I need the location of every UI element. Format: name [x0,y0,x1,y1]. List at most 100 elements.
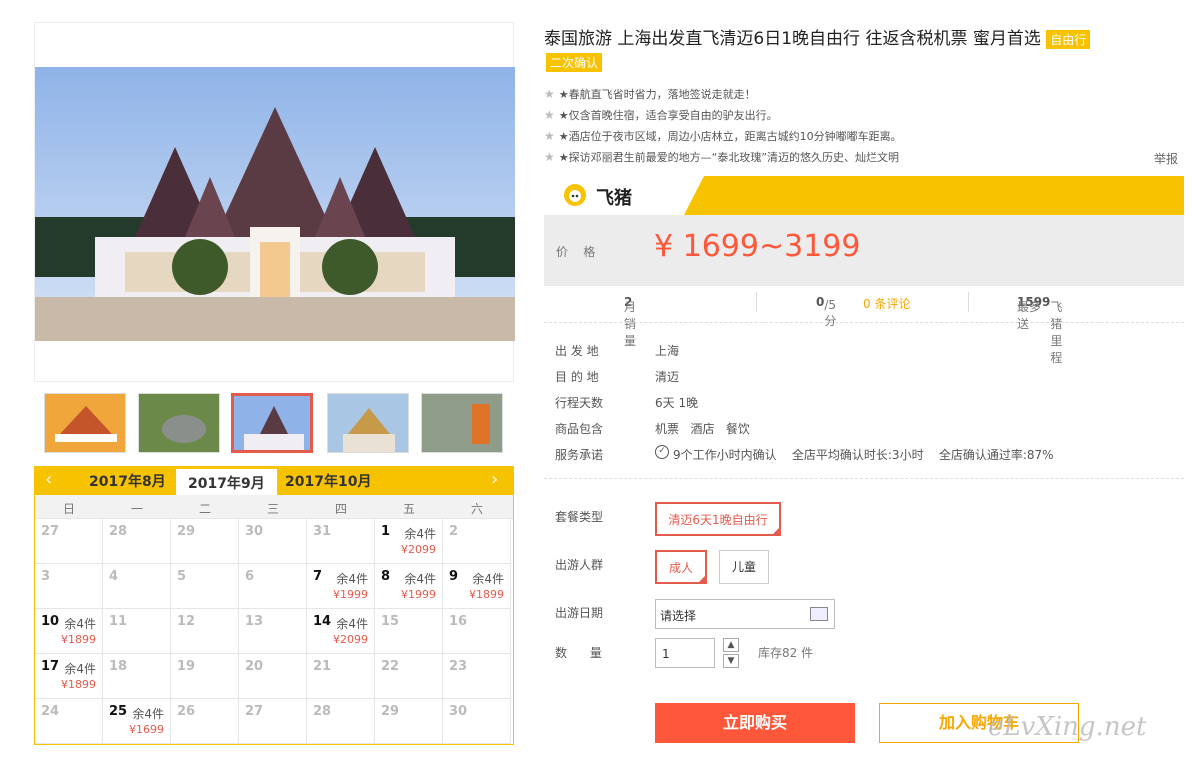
confirm-tag: 二次确认 [546,53,603,72]
crowd-label: 出游人群 [555,558,604,572]
report-link[interactable]: 举报 [1154,150,1178,167]
package-option[interactable]: 清迈6天1晚自由行 [655,502,781,536]
calendar-current-month[interactable]: 2017年9月 [176,469,277,495]
calendar-day-cell: 21 [307,654,375,699]
price-panel: 飞猪 价 格 ¥ 1699~3199 [544,176,1184,286]
stock-text: 库存82 件 [758,646,814,660]
quantity-up-icon[interactable]: ▲ [723,638,739,652]
thumbnail-5[interactable] [421,393,503,453]
day-number: 30 [449,704,468,719]
calendar-day-cell[interactable]: 25 余4件 ¥1699 [103,699,171,744]
star-icon: ★ [544,129,555,143]
check-icon: ✓ [655,445,669,459]
price-area: 价 格 ¥ 1699~3199 [544,215,1184,286]
feature-text: ★仅含首晚住宿，适合享受自由的驴友出行。 [558,109,778,122]
rating-max: /5分 [824,298,837,328]
calendar-day-cell: 29 [375,699,443,744]
quantity-input[interactable]: 1 [655,638,715,668]
thumbnail-3[interactable] [231,393,313,453]
feature-item: ★ ★酒店位于夜市区域，周边小店林立，距离古城约10分钟嘟嘟车距离。 [544,128,964,144]
calendar-day-cell: 19 [171,654,239,699]
crowd-child-option[interactable]: 儿童 [719,550,769,584]
thumbnail-2[interactable] [138,393,220,453]
calendar-day-cell: 31 [307,519,375,564]
calendar-next-month[interactable]: 2017年10月 [285,471,371,491]
mileage-bonus: 最多送 1599 飞猪里程 [1017,295,1062,365]
day-number: 16 [449,614,468,629]
calendar-day-cell[interactable]: 9 余4件 ¥1899 [443,564,511,609]
calendar-day-cell: 24 [35,699,103,744]
rating: 0 /5分 [816,295,836,328]
crowd-adult-option[interactable]: 成人 [655,550,707,584]
day-price: ¥2099 [333,633,368,646]
day-price: ¥1999 [333,588,368,601]
date-picker-input[interactable]: 请选择 [655,599,835,629]
info-label: 出 发 地 [555,344,599,358]
temple-photo [35,67,515,341]
day-number: 1 [381,524,391,539]
main-product-photo [34,22,515,382]
day-price: ¥1899 [469,588,504,601]
calendar-day-cell[interactable]: 14 余4件 ¥2099 [307,609,375,654]
review-count-link[interactable]: 0 条评论 [863,295,910,312]
day-number: 26 [177,704,196,719]
calendar-day-cell: 3 [35,564,103,609]
weekday-label: 日 [62,502,75,516]
calendar-prev-month[interactable]: 2017年8月 [89,471,166,491]
calendar-day-cell: 28 [103,519,171,564]
info-value: 6天 1晚 [655,396,699,410]
calendar-day-cell[interactable]: 1 余4件 ¥2099 [375,519,443,564]
day-number: 11 [109,614,128,629]
day-number: 2 [449,524,459,539]
info-value: 清迈 [655,370,680,384]
star-icon: ★ [544,108,555,122]
day-number: 28 [313,704,332,719]
info-label: 服务承诺 [555,448,604,462]
day-stock: 余4件 [404,527,436,541]
day-number: 27 [245,704,264,719]
weekday-label: 三 [266,502,279,516]
calendar-next-arrow-icon[interactable]: › [491,469,498,490]
departure-calendar: ‹ 2017年8月 2017年9月 2017年10月 › 日 一 二 三 四 五… [34,466,514,745]
calendar-day-cell[interactable]: 7 余4件 ¥1999 [307,564,375,609]
calendar-day-cell: 29 [171,519,239,564]
day-number: 23 [449,659,468,674]
calendar-day-cell: 28 [307,699,375,744]
day-number: 8 [381,569,391,584]
calendar-day-cell[interactable]: 17 余4件 ¥1899 [35,654,103,699]
calendar-day-cell: 15 [375,609,443,654]
day-stock: 余4件 [132,707,164,721]
calendar-icon[interactable] [810,607,828,621]
calendar-day-cell: 2 [443,519,511,564]
calendar-day-cell: 6 [239,564,307,609]
quantity-down-icon[interactable]: ▼ [723,654,739,668]
mileage-prefix: 最多送 [1017,300,1042,331]
feature-text: ★探访邓丽君生前最爱的地方—“泰北玫瑰”清迈的悠久历史、灿烂文明 [558,151,900,164]
quantity-value: 1 [662,647,670,661]
thumbnail-1[interactable] [44,393,126,453]
calendar-day-cell[interactable]: 8 余4件 ¥1999 [375,564,443,609]
day-number: 9 [449,569,459,584]
day-number: 15 [381,614,400,629]
calendar-day-cell: 23 [443,654,511,699]
calendar-day-cell: 26 [171,699,239,744]
thumbnail-4[interactable] [327,393,409,453]
day-number: 4 [109,569,119,584]
day-number: 20 [245,659,264,674]
calendar-day-cell: 27 [35,519,103,564]
day-number: 28 [109,524,128,539]
day-number: 31 [313,524,332,539]
calendar-day-cell[interactable]: 10 余4件 ¥1899 [35,609,103,654]
product-title-text: 泰国旅游 上海出发直飞清迈6日1晚自由行 往返含税机票 蜜月首选 [544,29,1041,49]
calendar-day-cell: 30 [443,699,511,744]
buy-now-button[interactable]: 立即购买 [655,703,855,743]
day-number: 27 [41,524,60,539]
confirm-tag-text: 二次确认 [546,53,603,72]
fliggy-brand: 飞猪 [596,188,632,209]
day-stock: 余4件 [64,662,96,676]
calendar-day-cell: 4 [103,564,171,609]
info-value: 上海 [655,344,680,358]
product-title: 泰国旅游 上海出发直飞清迈6日1晚自由行 往返含税机票 蜜月首选 自由行 [544,24,1091,49]
calendar-prev-arrow-icon[interactable]: ‹ [45,469,52,490]
day-stock: 余4件 [472,572,504,586]
